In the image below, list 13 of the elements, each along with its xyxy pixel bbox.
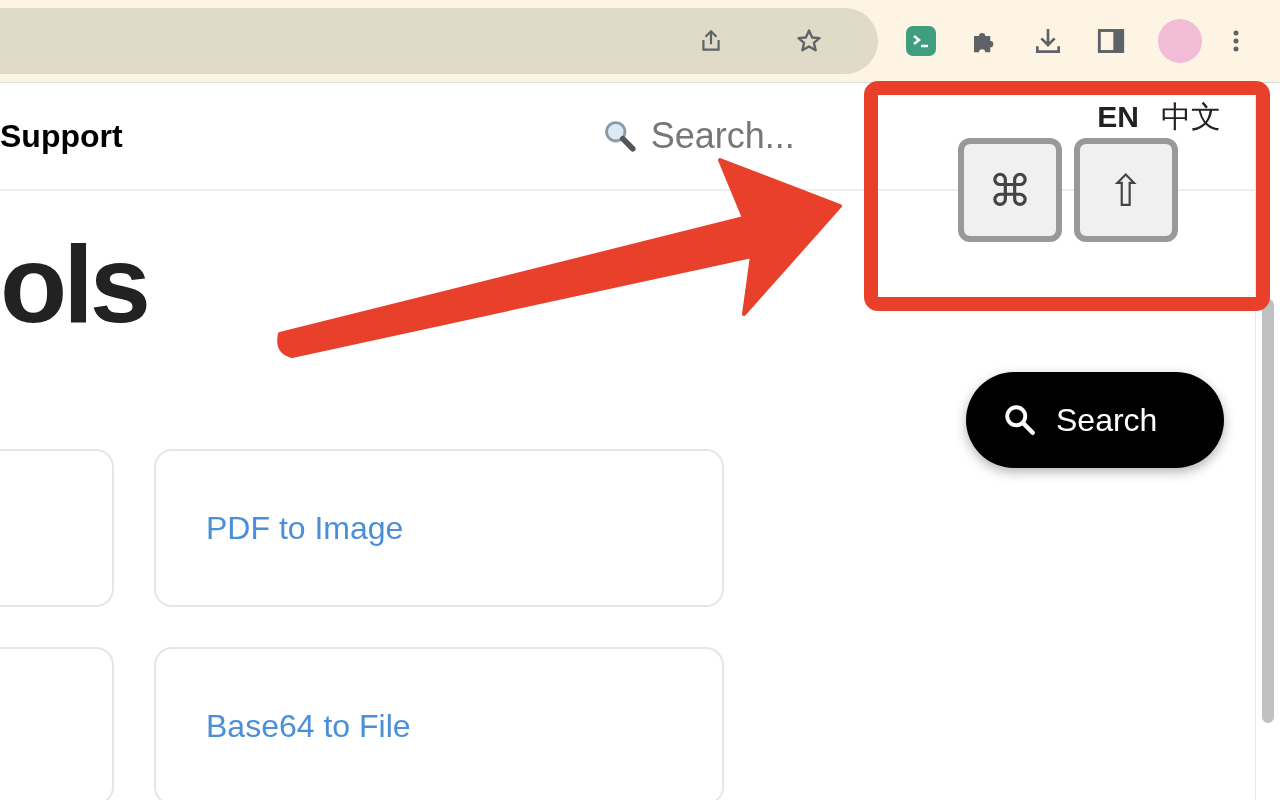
menu-icon[interactable] xyxy=(1232,28,1240,54)
scrollbar-thumb[interactable] xyxy=(1262,299,1274,723)
search-icon xyxy=(1002,402,1038,438)
keyboard-key: ⇧ xyxy=(1074,138,1178,242)
keyboard-key: ⌘ xyxy=(958,138,1062,242)
terminal-icon[interactable] xyxy=(906,26,936,56)
page-heading: ols xyxy=(0,229,147,339)
language-link[interactable]: 中文 xyxy=(1161,100,1221,134)
search-button[interactable]: Search xyxy=(966,372,1224,468)
language-link[interactable]: EN xyxy=(1097,100,1139,134)
side-panel-icon[interactable] xyxy=(1097,27,1125,55)
support-link[interactable]: Support xyxy=(0,117,123,155)
search-icon xyxy=(602,119,637,153)
